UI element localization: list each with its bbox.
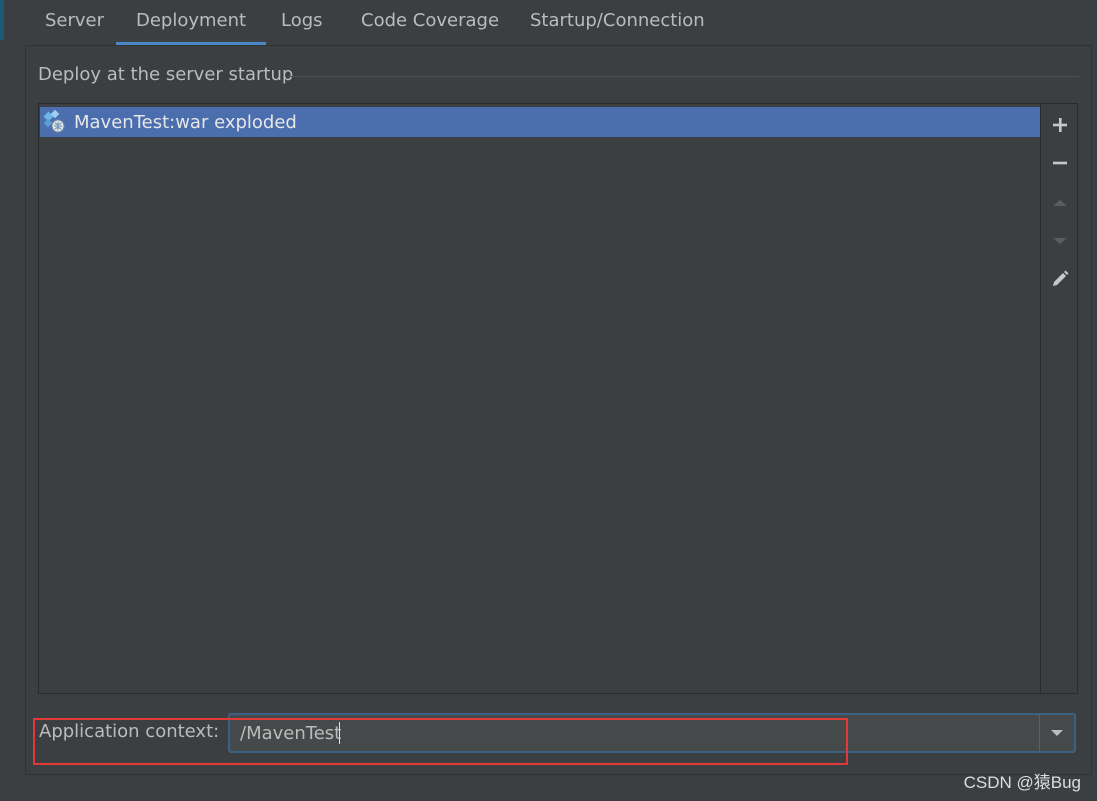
tab-server[interactable]: Server [25, 0, 124, 42]
edit-icon [1053, 270, 1069, 286]
remove-icon [1053, 161, 1067, 165]
remove-button[interactable] [1047, 150, 1073, 176]
list-item[interactable]: MavenTest:war exploded [40, 107, 1040, 137]
war-exploded-icon [42, 109, 68, 135]
add-icon [1053, 118, 1067, 132]
combo-dropdown-button[interactable] [1039, 715, 1074, 751]
artifact-list[interactable]: MavenTest:war exploded [38, 103, 1041, 694]
move-down-button[interactable] [1047, 228, 1073, 254]
application-context-label: Application context: [39, 721, 220, 742]
tab-deployment[interactable]: Deployment [116, 0, 267, 46]
edit-button[interactable] [1047, 266, 1073, 292]
watermark: CSDN @猿Bug [963, 773, 1081, 792]
move-up-button[interactable] [1047, 190, 1073, 216]
move-down-icon [1053, 238, 1067, 244]
list-toolbar [1041, 103, 1078, 694]
tab-code-coverage[interactable]: Code Coverage [341, 0, 519, 42]
add-button[interactable] [1047, 112, 1073, 138]
application-context-input[interactable] [232, 717, 1040, 749]
tab-bar: Server Deployment Logs Code Coverage Sta… [25, 0, 1097, 46]
left-edge-accent [0, 0, 4, 40]
application-context-combo[interactable] [228, 713, 1076, 753]
section-divider [288, 76, 1079, 77]
move-up-icon [1053, 200, 1067, 206]
text-caret [339, 722, 340, 744]
tab-startup-connection[interactable]: Startup/Connection [510, 0, 725, 42]
chevron-down-icon [1051, 730, 1063, 736]
artifact-label: MavenTest:war exploded [74, 111, 297, 133]
section-title: Deploy at the server startup [38, 64, 294, 85]
tab-logs[interactable]: Logs [261, 0, 343, 42]
